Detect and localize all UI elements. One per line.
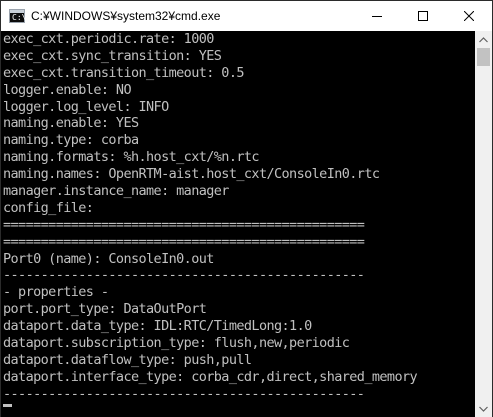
scroll-up-button[interactable] <box>475 31 492 48</box>
console-line: - properties - <box>3 284 109 301</box>
console-line: dataport.dataflow_type: push,pull <box>3 351 252 368</box>
console-line: naming.formats: %h.host_cxt/%n.rtc <box>3 149 260 166</box>
minimize-button[interactable] <box>354 1 400 31</box>
console-line: exec_cxt.periodic.rate: 1000 <box>3 31 214 47</box>
console-line: config_file: <box>3 199 94 216</box>
console-line: dataport.subscription_type: flush,new,pe… <box>3 335 350 352</box>
vertical-scrollbar[interactable] <box>475 31 492 417</box>
title-bar[interactable]: C:\ C:¥WINDOWS¥system32¥cmd.exe <box>1 1 492 31</box>
console-lines: exec_cxt.periodic.rate: 1000 exec_cxt.sy… <box>3 31 418 403</box>
console-line: Port0 (name): ConsoleIn0.out <box>3 250 214 267</box>
text-cursor <box>3 404 12 407</box>
console-line: naming.names: OpenRTM-aist.host_cxt/Cons… <box>3 166 380 183</box>
maximize-icon <box>418 11 428 21</box>
console-line: naming.enable: YES <box>3 115 139 132</box>
console-line: logger.log_level: INFO <box>3 98 169 115</box>
close-button[interactable] <box>446 1 492 31</box>
minimize-icon <box>372 16 382 17</box>
console-output[interactable]: exec_cxt.periodic.rate: 1000 exec_cxt.sy… <box>1 31 475 417</box>
scroll-thumb[interactable] <box>477 48 490 66</box>
console-line: logger.enable: NO <box>3 81 132 98</box>
window-controls <box>354 1 492 31</box>
cmd-app-icon-label: C:\ <box>12 13 27 22</box>
cmd-window: C:\ C:¥WINDOWS¥system32¥cmd.exe exec_cxt… <box>0 0 493 417</box>
console-line: ----------------------------------------… <box>3 385 365 402</box>
close-icon <box>464 11 474 21</box>
console-line: ========================================… <box>3 216 365 233</box>
console-line: dataport.data_type: IDL:RTC/TimedLong:1.… <box>3 318 312 335</box>
window-title: C:¥WINDOWS¥system32¥cmd.exe <box>31 9 221 23</box>
console-line: manager.instance_name: manager <box>3 183 229 200</box>
scroll-down-button[interactable] <box>475 400 492 417</box>
console-line: dataport.interface_type: corba_cdr,direc… <box>3 368 418 385</box>
console-line: exec_cxt.sync_transition: YES <box>3 47 222 64</box>
cmd-app-icon[interactable]: C:\ <box>9 9 27 23</box>
console-line: ========================================… <box>3 233 365 250</box>
scroll-down-arrow-icon <box>479 406 488 412</box>
console-line: port.port_type: DataOutPort <box>3 301 207 318</box>
maximize-button[interactable] <box>400 1 446 31</box>
scroll-up-arrow-icon <box>479 36 488 42</box>
console-line: ----------------------------------------… <box>3 267 365 284</box>
console-line: naming.type: corba <box>3 132 139 149</box>
console-line: exec_cxt.transition_timeout: 0.5 <box>3 64 244 81</box>
